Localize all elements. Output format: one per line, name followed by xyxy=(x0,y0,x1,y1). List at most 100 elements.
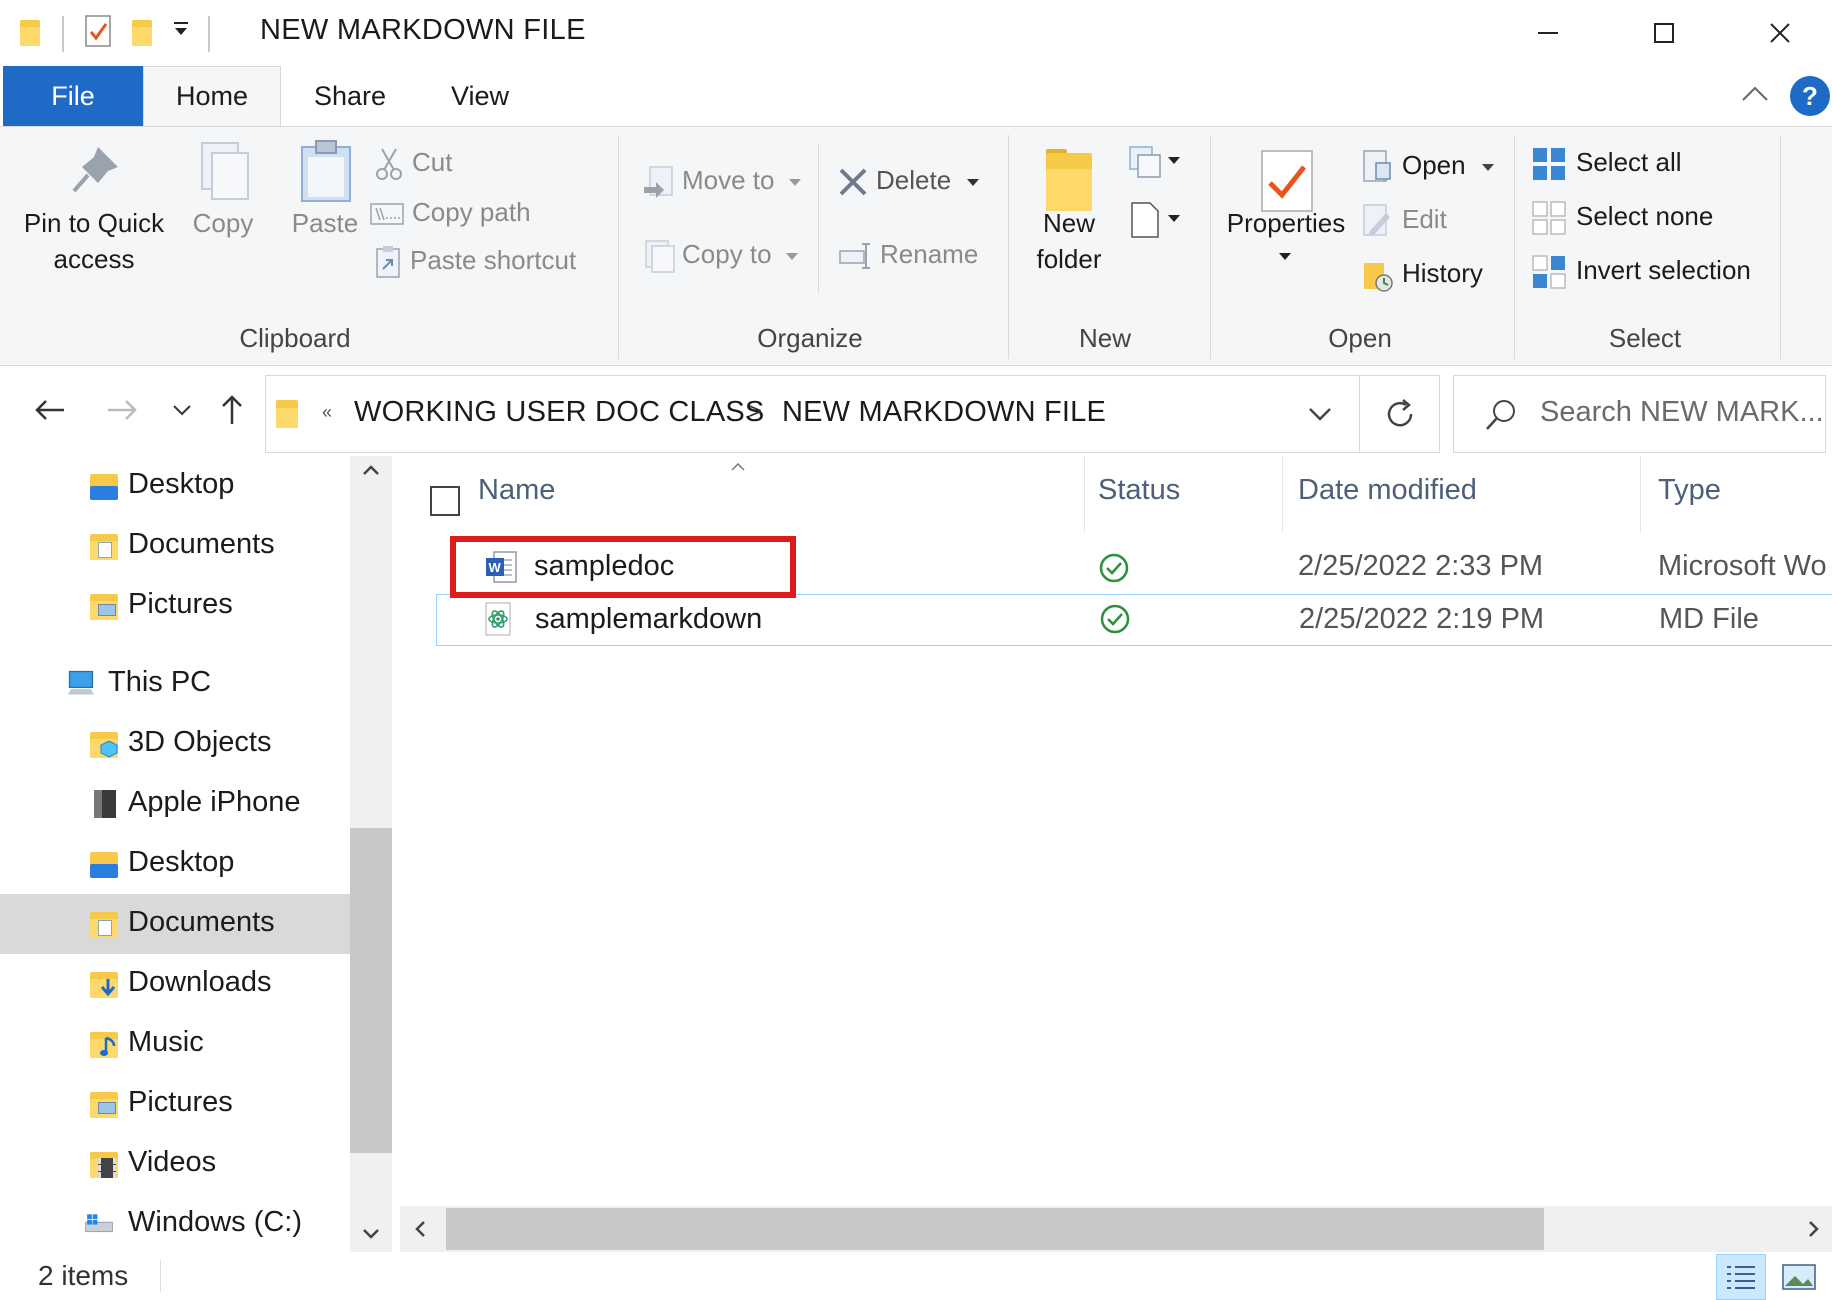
address-bar[interactable]: « WORKING USER DOC CLASS > NEW MARKDOWN … xyxy=(265,375,1360,453)
videos-folder-icon xyxy=(90,1148,120,1178)
collapse-ribbon-button[interactable] xyxy=(1740,80,1770,110)
copy-path-button[interactable]: Copy path xyxy=(370,197,531,228)
group-divider xyxy=(1780,135,1781,359)
maximize-button[interactable] xyxy=(1606,0,1722,66)
nav-item-documents-selected[interactable]: Documents xyxy=(0,894,350,954)
sync-ok-icon xyxy=(1099,553,1129,583)
nav-label: Pictures xyxy=(128,588,233,620)
file-row-samplemarkdown[interactable]: samplemarkdown 2/25/2022 2:19 PM MD File xyxy=(436,594,1832,646)
nav-item-this-pc[interactable]: This PC xyxy=(0,654,350,714)
help-button[interactable]: ? xyxy=(1790,76,1830,116)
easy-access-button[interactable] xyxy=(1128,199,1188,243)
tab-home[interactable]: Home xyxy=(143,66,281,126)
nav-item-documents[interactable]: Documents xyxy=(0,516,350,576)
close-icon xyxy=(1770,23,1790,43)
new-folder-button[interactable]: New folder xyxy=(1014,133,1124,313)
breadcrumb-separator-icon[interactable]: > xyxy=(748,398,762,426)
select-all-checkbox[interactable] xyxy=(430,486,460,516)
new-item-button[interactable] xyxy=(1128,145,1188,185)
properties-label: Properties xyxy=(1226,208,1346,238)
tab-view[interactable]: View xyxy=(420,66,540,126)
file-date: 2/25/2022 2:33 PM xyxy=(1298,550,1544,582)
invert-selection-button[interactable]: Invert selection xyxy=(1532,255,1751,289)
chevron-down-icon[interactable] xyxy=(1308,406,1332,422)
highlight-annotation-box xyxy=(450,536,796,598)
cut-label: Cut xyxy=(412,147,453,177)
nav-item-pictures[interactable]: Pictures xyxy=(0,1074,350,1134)
large-icons-view-button[interactable] xyxy=(1774,1254,1824,1300)
up-button[interactable] xyxy=(210,388,254,432)
column-header-status[interactable]: Status xyxy=(1098,474,1180,507)
chevron-right-icon[interactable] xyxy=(1808,1220,1820,1238)
copy-icon xyxy=(201,142,249,200)
recent-locations-button[interactable] xyxy=(160,388,204,432)
column-header-date-modified[interactable]: Date modified xyxy=(1298,474,1477,507)
computer-icon xyxy=(67,670,95,695)
open-icon xyxy=(1363,150,1391,182)
arrow-right-icon xyxy=(108,400,137,420)
open-button[interactable]: Open xyxy=(1362,149,1495,185)
tab-share[interactable]: Share xyxy=(290,66,410,126)
copy-to-button[interactable]: Copy to xyxy=(642,239,799,273)
close-button[interactable] xyxy=(1722,0,1832,66)
column-divider[interactable] xyxy=(1084,456,1085,532)
properties-button[interactable]: Properties xyxy=(1216,133,1356,313)
refresh-button[interactable] xyxy=(1360,375,1440,453)
edit-button[interactable]: Edit xyxy=(1362,203,1447,239)
search-box[interactable]: Search NEW MARK... xyxy=(1453,375,1826,453)
nav-scrollbar-thumb[interactable] xyxy=(350,828,392,1153)
toolbar-divider xyxy=(62,16,64,52)
paste-shortcut-button[interactable]: Paste shortcut xyxy=(374,245,576,279)
details-view-button[interactable] xyxy=(1716,1254,1766,1300)
breadcrumb-new-markdown-file[interactable]: NEW MARKDOWN FILE xyxy=(782,396,1106,429)
nav-label: Apple iPhone xyxy=(128,786,301,818)
nav-item-pictures[interactable]: Pictures xyxy=(0,576,350,636)
forward-button[interactable] xyxy=(100,388,144,432)
horizontal-scrollbar[interactable] xyxy=(400,1206,1832,1252)
nav-item-3d-objects[interactable]: 3D Objects xyxy=(0,714,350,774)
nav-scrollbar[interactable] xyxy=(350,456,392,1252)
paste-button[interactable]: Paste xyxy=(280,133,370,313)
tab-file[interactable]: File xyxy=(3,66,143,126)
select-all-button[interactable]: Select all xyxy=(1532,147,1682,181)
properties-quick-icon[interactable] xyxy=(84,14,114,53)
nav-item-desktop[interactable]: Desktop xyxy=(0,456,350,516)
nav-item-apple-iphone[interactable]: Apple iPhone xyxy=(0,774,350,834)
minimize-button[interactable] xyxy=(1490,0,1606,66)
rename-button[interactable]: Rename xyxy=(838,239,978,271)
horizontal-scrollbar-thumb[interactable] xyxy=(446,1208,1544,1250)
maximize-icon xyxy=(1654,23,1674,43)
group-label-organize: Organize xyxy=(757,323,863,353)
breadcrumb-working-user-doc-class[interactable]: WORKING USER DOC CLASS xyxy=(354,396,764,429)
history-button[interactable]: History xyxy=(1362,257,1483,293)
customize-toolbar-icon[interactable] xyxy=(172,22,190,43)
column-divider[interactable] xyxy=(1282,456,1283,532)
breadcrumb-overflow[interactable]: « xyxy=(322,402,332,423)
back-button[interactable] xyxy=(28,388,72,432)
pin-to-quick-access-button[interactable]: Pin to Quick access xyxy=(14,133,174,313)
chevron-down-icon[interactable] xyxy=(362,1228,380,1240)
nav-item-downloads[interactable]: Downloads xyxy=(0,954,350,1014)
column-header-name[interactable]: Name xyxy=(478,474,555,507)
column-header-type[interactable]: Type xyxy=(1658,474,1721,507)
nav-item-desktop[interactable]: Desktop xyxy=(0,834,350,894)
folder-icon xyxy=(276,400,298,428)
nav-item-music[interactable]: Music xyxy=(0,1014,350,1074)
history-label: History xyxy=(1402,257,1483,288)
window-title: NEW MARKDOWN FILE xyxy=(260,14,586,46)
chevron-left-icon[interactable] xyxy=(414,1220,426,1238)
nav-item-videos[interactable]: Videos xyxy=(0,1134,350,1194)
file-date: 2/25/2022 2:19 PM xyxy=(1299,603,1545,635)
move-to-icon xyxy=(644,166,673,199)
nav-item-windows-c[interactable]: Windows (C:) xyxy=(0,1194,350,1254)
copy-button[interactable]: Copy xyxy=(178,133,268,313)
cut-button[interactable]: Cut xyxy=(374,147,452,181)
select-none-button[interactable]: Select none xyxy=(1532,201,1713,235)
search-placeholder: Search NEW MARK... xyxy=(1540,396,1824,428)
pictures-folder-icon xyxy=(90,590,120,620)
chevron-up-icon[interactable] xyxy=(362,464,380,476)
move-to-button[interactable]: Move to xyxy=(642,165,802,199)
3d-objects-folder-icon xyxy=(90,728,120,758)
column-divider[interactable] xyxy=(1640,456,1641,532)
delete-button[interactable]: Delete xyxy=(838,165,980,197)
